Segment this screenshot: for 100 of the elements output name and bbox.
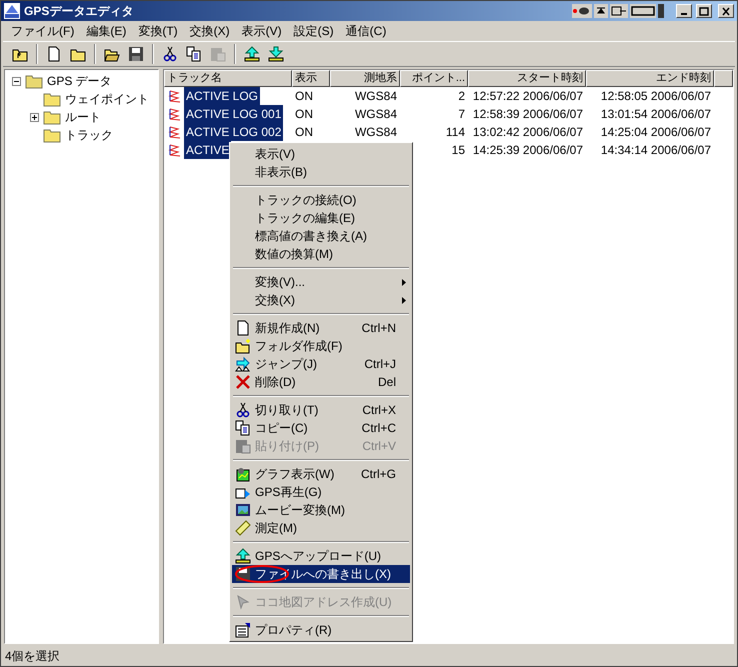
track-name[interactable]: ACTIVE: [184, 141, 232, 159]
menu-item[interactable]: 編集(E): [80, 22, 132, 40]
context-menu-item[interactable]: トラックの編集(E): [232, 209, 410, 227]
context-menu-item[interactable]: トラックの接続(O): [232, 191, 410, 209]
context-menu-item[interactable]: プロパティ(R): [232, 621, 410, 639]
menu-item[interactable]: 通信(C): [340, 22, 392, 40]
menu-item[interactable]: ファイル(F): [5, 22, 80, 40]
track-icon: [168, 89, 182, 103]
column-header[interactable]: エンド時刻: [586, 70, 714, 87]
table-cell: ON: [295, 125, 313, 139]
table-cell: ON: [295, 89, 313, 103]
table-cell: 2: [458, 89, 465, 103]
maximize-button[interactable]: [696, 4, 712, 18]
close-button[interactable]: [718, 4, 734, 18]
menu-item[interactable]: 設定(S): [288, 22, 340, 40]
clipboard-icon: [235, 438, 251, 454]
context-menu-item[interactable]: GPSへアップロード(U): [232, 547, 410, 565]
context-menu-item[interactable]: ムービー変換(M): [232, 501, 410, 519]
download-icon: [268, 46, 284, 62]
chart-icon: [235, 466, 251, 482]
context-menu-item[interactable]: 削除(D) Del: [232, 373, 410, 391]
table-cell: 14:25:39 2006/06/07: [472, 143, 583, 157]
upload-icon: [244, 46, 260, 62]
context-menu-item[interactable]: 標高値の書き換え(A): [232, 227, 410, 245]
context-menu-item[interactable]: 表示(V): [232, 145, 410, 163]
film-icon: [235, 502, 251, 518]
context-menu-item[interactable]: グラフ表示(W) Ctrl+G: [232, 465, 410, 483]
table-cell: 12:57:22 2006/06/07: [472, 89, 583, 103]
file-icon: [46, 46, 62, 62]
column-header[interactable]: 測地系: [330, 70, 400, 87]
plus-icon: [30, 114, 38, 120]
column-header[interactable]: ポイント...: [400, 70, 468, 87]
context-menu-item[interactable]: GPS再生(G): [232, 483, 410, 501]
context-menu-item[interactable]: フォルダ作成(F): [232, 337, 410, 355]
expand-toggle[interactable]: [30, 112, 38, 122]
table-cell: 13:02:42 2006/06/07: [472, 125, 583, 139]
folder-icon: [235, 338, 251, 354]
folder-icon: [43, 92, 61, 106]
upload-icon: [235, 548, 251, 564]
context-menu-item[interactable]: 新規作成(N) Ctrl+N: [232, 319, 410, 337]
folder-icon: [43, 110, 61, 124]
table-cell: 15: [452, 143, 465, 157]
menu-item[interactable]: 交換(X): [184, 22, 236, 40]
table-cell: WGS84: [354, 107, 397, 121]
document-icon: [235, 622, 251, 638]
scissors-icon: [162, 46, 178, 62]
minimize-button[interactable]: [676, 4, 692, 18]
app-icon: [4, 3, 20, 19]
table-cell: ON: [295, 107, 313, 121]
x-icon: [235, 374, 251, 390]
context-menu-item[interactable]: 交換(X): [232, 291, 410, 309]
table-cell: WGS84: [354, 89, 397, 103]
expand-toggle[interactable]: [12, 76, 20, 86]
table-cell: WGS84: [354, 125, 397, 139]
arrow-icon: [235, 356, 251, 372]
table-cell: 114: [446, 125, 465, 139]
column-header[interactable]: トラック名: [164, 70, 292, 87]
ruler-icon: [235, 520, 251, 536]
track-name[interactable]: ACTIVE LOG: [184, 87, 260, 105]
context-menu-item[interactable]: 非表示(B): [232, 163, 410, 181]
copy-icon: [235, 420, 251, 436]
table-cell: 14:25:04 2006/06/07: [600, 125, 711, 139]
tree-item[interactable]: ルート: [65, 108, 101, 126]
scissors-icon: [235, 402, 251, 418]
table-cell: 7: [458, 107, 465, 121]
track-name[interactable]: ACTIVE LOG 001: [184, 105, 284, 123]
menu-item[interactable]: 表示(V): [236, 22, 288, 40]
track-name[interactable]: ACTIVE LOG 002: [184, 123, 284, 141]
context-menu-item[interactable]: ジャンプ(J) Ctrl+J: [232, 355, 410, 373]
context-menu-item[interactable]: 変換(V)...: [232, 273, 410, 291]
file-icon: [235, 320, 251, 336]
table-cell: 13:01:54 2006/06/07: [600, 107, 711, 121]
tree-item[interactable]: トラック: [65, 126, 113, 144]
window-title: GPSデータエディタ: [24, 3, 134, 20]
tree-item[interactable]: ウェイポイント: [65, 90, 149, 108]
maximize-icon: [699, 6, 709, 16]
track-icon: [168, 107, 182, 121]
table-cell: 14:34:14 2006/06/07: [600, 143, 711, 157]
table-cell: 12:58:39 2006/06/07: [472, 107, 583, 121]
folder-icon: [43, 128, 61, 142]
minimize-icon: [681, 13, 687, 15]
context-menu-item[interactable]: コピー(C) Ctrl+C: [232, 419, 410, 437]
folder-icon: [25, 74, 43, 88]
track-icon: [168, 125, 182, 139]
context-menu-item[interactable]: 測定(M): [232, 519, 410, 537]
context-menu-item[interactable]: 数値の換算(M): [232, 245, 410, 263]
copy-icon: [186, 46, 202, 62]
submenu-arrow-icon: [402, 296, 406, 304]
table-cell: 12:58:05 2006/06/07: [600, 89, 711, 103]
tree-item[interactable]: GPS データ: [47, 72, 112, 90]
close-icon: [721, 6, 731, 16]
track-icon: [168, 143, 182, 157]
column-header[interactable]: 表示: [292, 70, 330, 87]
cursor-icon: [235, 594, 251, 610]
status-text: 4個を選択: [5, 648, 60, 665]
menu-item[interactable]: 変換(T): [132, 22, 184, 40]
submenu-arrow-icon: [402, 278, 406, 286]
context-menu-item[interactable]: 切り取り(T) Ctrl+X: [232, 401, 410, 419]
column-header[interactable]: スタート時刻: [468, 70, 586, 87]
clipboard-icon: [210, 46, 226, 62]
